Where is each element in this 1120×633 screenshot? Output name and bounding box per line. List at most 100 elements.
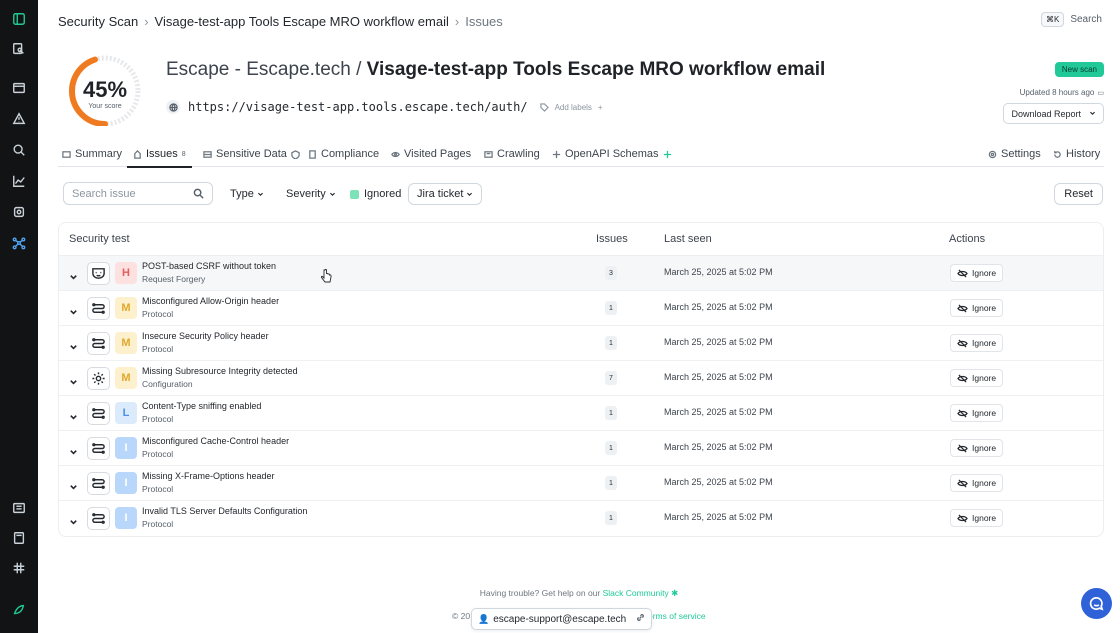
chevron-down-icon[interactable] [69,339,78,350]
breadcrumb-app[interactable]: Visage-test-app Tools Escape MRO workflo… [155,14,449,29]
ignore-button[interactable]: Ignore [950,404,1004,422]
ignore-button[interactable]: Ignore [950,474,1004,492]
terms-of-service-link[interactable]: erms of service [648,611,706,621]
table-row[interactable]: I Invalid TLS Server Defaults Configurati… [59,501,1103,536]
test-name[interactable]: Insecure Security Policy header [142,331,269,341]
tab-settings[interactable]: Settings [988,144,1041,164]
column-issues[interactable]: Issues [596,233,628,245]
protocol-icon [87,437,110,460]
protocol-icon [87,402,110,425]
chevron-down-icon[interactable] [69,479,78,490]
issue-search-input[interactable] [72,187,182,200]
book-icon[interactable] [8,527,30,549]
test-category: Request Forgery [142,274,206,284]
tab-bar: Summary Issues 8 Sensitive Data Complian… [58,141,1104,168]
tab-visited-pages[interactable]: Visited Pages [391,144,471,164]
column-last-seen[interactable]: Last seen [664,233,712,245]
tab-summary[interactable]: Summary [62,144,122,164]
test-name[interactable]: Misconfigured Allow-Origin header [142,296,279,306]
issue-search [63,182,213,205]
tab-openapi-schemas[interactable]: OpenAPI Schemas [552,144,672,164]
ignored-checkbox[interactable] [350,189,359,199]
table-row[interactable]: M Missing Subresource Integrity detected C… [59,361,1103,396]
jira-ticket-filter[interactable]: Jira ticket [408,183,483,205]
ignore-button[interactable]: Ignore [950,439,1004,457]
mask-icon [87,262,110,285]
inventory-icon[interactable] [8,38,30,60]
ignored-toggle[interactable]: Ignored [350,183,401,205]
updated-timestamp: Updated 8 hours ago ▭ [1020,88,1104,97]
integrations-icon[interactable] [8,201,30,223]
column-actions: Actions [949,233,986,245]
breadcrumb-security-scan[interactable]: Security Scan [58,14,138,29]
summary-icon [62,150,71,158]
page-title: Escape - Escape.tech / Visage-test-app T… [166,59,825,81]
ignore-button[interactable]: Ignore [950,264,1004,282]
severity-badge: I [115,472,137,494]
chart-icon[interactable] [8,170,30,192]
chevron-down-icon[interactable] [69,444,78,455]
download-report-button[interactable]: Download Report [1003,103,1104,124]
add-labels-button[interactable]: Add labels + [539,103,603,112]
chevron-down-icon[interactable] [69,374,78,385]
slack-icon[interactable] [8,557,30,579]
chevron-down-icon[interactable] [69,409,78,420]
table-row[interactable]: M Insecure Security Policy header Protocol… [59,326,1103,361]
tab-issues[interactable]: Issues 8 [127,144,192,168]
chat-support-button[interactable] [1081,588,1112,619]
slack-community-link[interactable]: Slack Community [603,588,669,598]
severity-filter-label: Severity [286,188,326,200]
chevron-down-icon [329,192,335,196]
ignore-button[interactable]: Ignore [950,334,1004,352]
reset-button[interactable]: Reset [1054,183,1103,205]
test-category: Protocol [142,449,174,459]
tab-sensitive-data[interactable]: Sensitive Data [203,144,300,164]
chevron-down-icon[interactable] [69,514,78,525]
ignore-button[interactable]: Ignore [950,509,1004,527]
table-row[interactable]: I Misconfigured Cache-Control header Proto… [59,431,1103,466]
test-name[interactable]: Invalid TLS Server Defaults Configuratio… [142,506,307,516]
breadcrumb-issues: Issues [465,13,503,29]
compliance-icon [309,149,316,159]
table-row[interactable]: H POST-based CSRF without token Request Fo… [59,256,1103,291]
tab-crawling[interactable]: Crawling [484,144,540,164]
global-search-button[interactable]: ⌘K Search [1040,12,1102,27]
link-icon[interactable] [636,613,645,625]
ignore-button[interactable]: Ignore [950,369,1004,387]
escape-logo-icon[interactable] [8,599,30,621]
table-row[interactable]: L Content-Type sniffing enabled Protocol 1 M… [59,396,1103,431]
docs-icon[interactable] [8,497,30,519]
test-name[interactable]: POST-based CSRF without token [142,261,276,271]
graph-icon[interactable] [8,232,30,254]
window-icon[interactable] [8,77,30,99]
chevron-down-icon[interactable] [69,304,78,315]
column-security-test[interactable]: Security test [69,233,130,245]
alert-icon[interactable] [8,108,30,130]
test-name[interactable]: Missing X-Frame-Options header [142,471,275,481]
table-row[interactable]: M Misconfigured Allow-Origin header Protoc… [59,291,1103,326]
tab-history[interactable]: History [1053,144,1100,164]
table-row[interactable]: I Missing X-Frame-Options header Protocol 1… [59,466,1103,501]
sidebar-toggle-icon[interactable] [8,8,30,30]
severity-filter[interactable]: Severity [286,183,336,205]
severity-badge: I [115,437,137,459]
search-icon[interactable] [8,139,30,161]
support-email-chip[interactable]: 👤 escape-support@escape.tech [471,608,653,630]
new-scan-button[interactable]: New scan [1054,62,1104,77]
test-name[interactable]: Content-Type sniffing enabled [142,401,261,411]
target-url[interactable]: https://visage-test-app.tools.escape.tec… [188,100,528,114]
type-filter[interactable]: Type [230,183,264,205]
test-name[interactable]: Misconfigured Cache-Control header [142,436,289,446]
chevron-down-icon[interactable] [69,269,78,280]
ignore-button[interactable]: Ignore [950,299,1004,317]
chevron-down-icon [467,192,473,196]
tab-label: Crawling [497,148,540,160]
breadcrumb-separator: › [454,13,460,29]
help-line: Having trouble? Get help on our Slack Co… [0,588,1120,599]
org-name[interactable]: Escape - Escape.tech [166,59,351,80]
tab-compliance[interactable]: Compliance [308,144,379,164]
test-category: Protocol [142,484,174,494]
test-name[interactable]: Missing Subresource Integrity detected [142,366,298,376]
title-separator: / [356,59,362,80]
search-icon [193,188,204,199]
